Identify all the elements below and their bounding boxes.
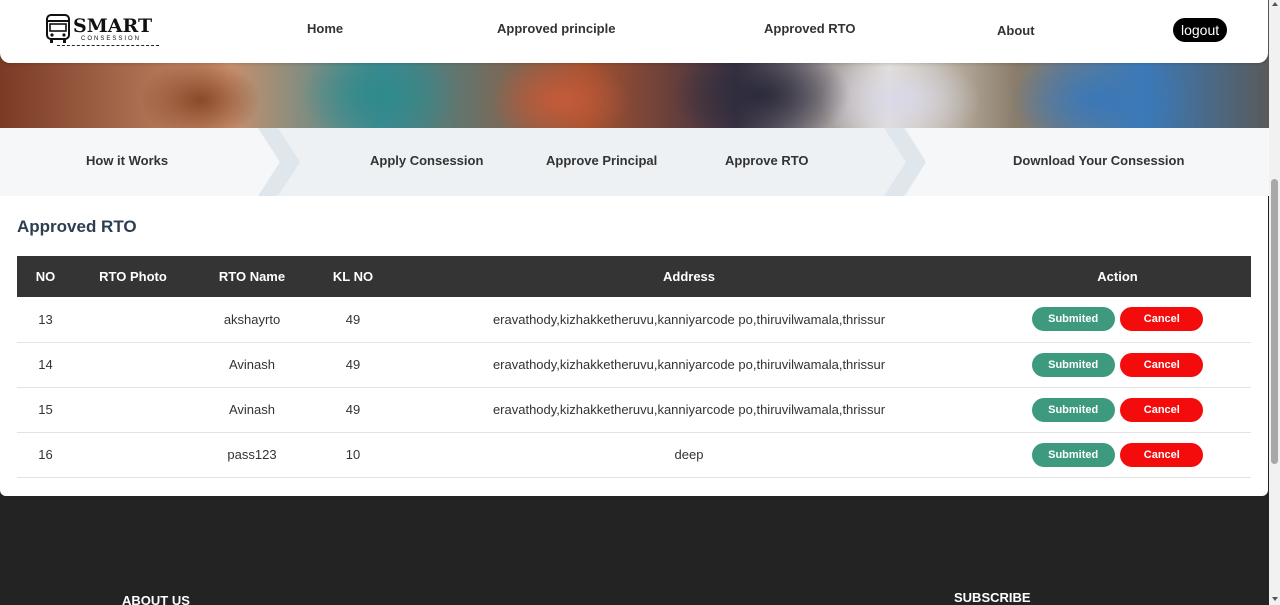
brand-subtitle: CONSESSION (81, 36, 142, 42)
cell-kl-no: 10 (345, 447, 361, 462)
cancel-button[interactable]: Cancel (1120, 442, 1204, 467)
step-approve-principal: Approve Principal (546, 153, 658, 168)
footer-subscribe-heading: SUBSCRIBE (954, 590, 1031, 605)
cell-kl-no: 49 (345, 402, 361, 417)
cell-address: eravathody,kizhakketheruvu,kanniyarcode … (492, 402, 886, 417)
table-row: 15 Avinash 49 eravathody,kizhakketheruvu… (17, 387, 1251, 432)
approved-rto-card: Approved RTO NO RTO Photo RTO Name KL NO… (0, 196, 1268, 496)
submitted-button[interactable]: Submited (1031, 397, 1115, 422)
cell-rto-photo (74, 432, 192, 477)
process-steps: How it Works Apply Consession Approve Pr… (0, 128, 1270, 196)
cell-rto-photo (74, 297, 192, 342)
cell-rto-name: pass123 (227, 447, 277, 462)
submitted-button[interactable]: Submited (1031, 352, 1115, 377)
header-address: Address (662, 269, 716, 284)
cell-rto-name: Avinash (228, 357, 275, 372)
header-action: Action (1097, 269, 1138, 284)
footer-about-heading: ABOUT US (122, 593, 190, 605)
brand-name: SMART (73, 15, 153, 37)
cell-actions: Submited Cancel (984, 342, 1251, 387)
scrollbar-thumb[interactable] (1271, 179, 1278, 464)
cell-actions: Submited Cancel (984, 297, 1251, 342)
cell-address: eravathody,kizhakketheruvu,kanniyarcode … (492, 357, 886, 372)
cell-actions: Submited Cancel (984, 432, 1251, 477)
step-apply-consession: Apply Consession (370, 153, 484, 168)
table-header-row: NO RTO Photo RTO Name KL NO Address Acti… (17, 256, 1251, 297)
nav-approved-principle[interactable]: Approved principle (497, 21, 615, 36)
cell-actions: Submited Cancel (984, 387, 1251, 432)
cell-no: 16 (38, 447, 53, 462)
logo[interactable]: SMART CONSESSION (45, 12, 160, 48)
submitted-button[interactable]: Submited (1031, 307, 1115, 332)
cell-rto-name: akshayrto (223, 311, 281, 327)
cell-rto-name: Avinash (228, 402, 275, 417)
cancel-button[interactable]: Cancel (1120, 307, 1204, 332)
cell-address: eravathody,kizhakketheruvu,kanniyarcode … (492, 311, 886, 327)
logo-underline (57, 45, 159, 46)
step-download-consession: Download Your Consession (1013, 153, 1185, 168)
cell-no: 14 (38, 357, 53, 372)
nav-about[interactable]: About (997, 23, 1035, 38)
step-how-it-works: How it Works (86, 153, 169, 168)
nav-home[interactable]: Home (307, 21, 343, 36)
header-rto-photo: RTO Photo (99, 269, 167, 284)
page-title: Approved RTO (17, 217, 137, 236)
page-scrollbar[interactable] (1269, 0, 1280, 605)
table-row: 13 akshayrto 49 eravathody,kizhakketheru… (17, 297, 1251, 342)
cell-no: 13 (38, 311, 53, 327)
scroll-down-icon[interactable] (1272, 597, 1278, 601)
cell-kl-no: 49 (345, 357, 361, 372)
cell-address: deep (674, 447, 704, 462)
cancel-button[interactable]: Cancel (1120, 397, 1204, 422)
header-no: NO (35, 269, 56, 284)
logout-button[interactable]: logout (1173, 18, 1228, 42)
cell-rto-photo (74, 342, 192, 387)
table-row: 16 pass123 10 deep Submited Cancel (17, 432, 1251, 477)
bus-icon (46, 14, 70, 43)
cell-no: 15 (38, 402, 53, 417)
cell-rto-photo (74, 387, 192, 432)
header-rto-name: RTO Name (218, 269, 286, 284)
navbar: SMART CONSESSION Home Approved principle… (0, 0, 1268, 63)
cancel-button[interactable]: Cancel (1120, 352, 1204, 377)
nav-approved-rto[interactable]: Approved RTO (764, 21, 856, 36)
rto-table: NO RTO Photo RTO Name KL NO Address Acti… (17, 256, 1251, 478)
header-kl-no: KL NO (332, 269, 374, 284)
step-approve-rto: Approve RTO (725, 153, 809, 168)
scroll-up-icon[interactable] (1272, 2, 1278, 6)
cell-kl-no: 49 (345, 311, 361, 327)
table-row: 14 Avinash 49 eravathody,kizhakketheruvu… (17, 342, 1251, 387)
submitted-button[interactable]: Submited (1031, 442, 1115, 467)
